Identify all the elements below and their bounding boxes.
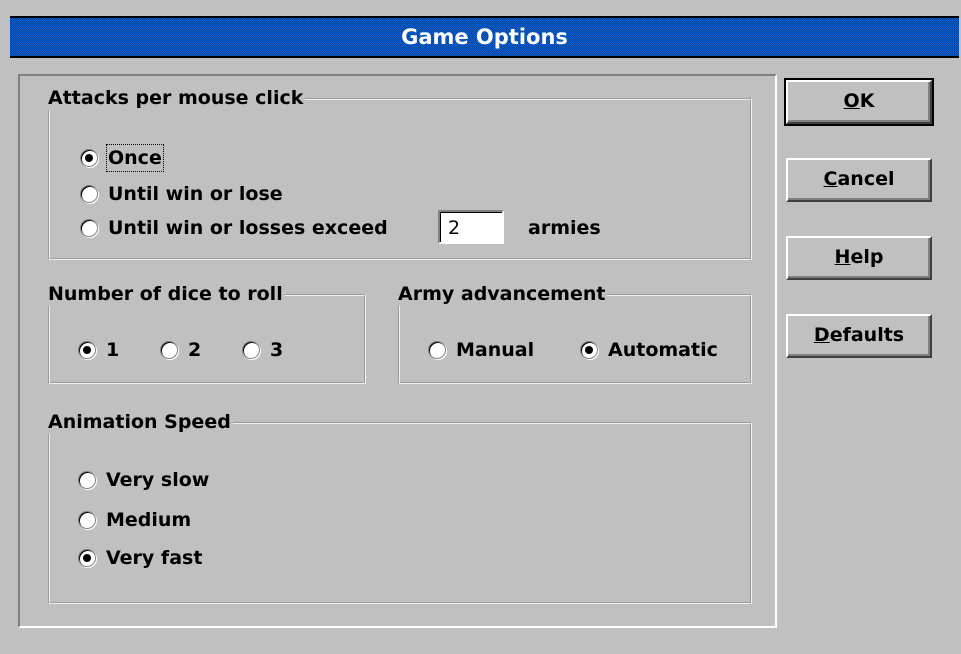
radio-button-checked[interactable] [80, 149, 98, 167]
radio-label: Until win or lose [108, 183, 283, 205]
radio-button[interactable] [80, 219, 98, 237]
radio-label: 1 [106, 339, 120, 361]
radio-label: Once [106, 144, 164, 172]
radio-animation-very-slow[interactable]: Very slow [78, 468, 209, 492]
help-label: elp [850, 246, 884, 268]
group-title-advancement: Army advancement [398, 282, 608, 306]
radio-attack-until-losses-exceed[interactable]: Until win or losses exceed [80, 216, 388, 240]
radio-label: 3 [270, 339, 284, 361]
radio-label: Very fast [106, 547, 203, 569]
radio-button[interactable] [78, 471, 96, 489]
radio-button[interactable] [160, 341, 178, 359]
defaults-label: efaults [829, 324, 905, 346]
radio-attack-once[interactable]: Once [80, 144, 164, 172]
radio-animation-medium[interactable]: Medium [78, 508, 191, 532]
cancel-mnemonic: C [823, 168, 838, 190]
defaults-button[interactable]: Defaults [786, 314, 932, 358]
group-dice-count: Number of dice to roll 1 2 3 [48, 282, 366, 384]
help-mnemonic: H [834, 246, 851, 268]
group-army-advancement: Army advancement Manual Automatic [398, 282, 752, 384]
radio-label: Manual [456, 339, 535, 361]
armies-input[interactable]: 2 [438, 210, 504, 244]
dialog-title: Game Options [401, 25, 568, 49]
cancel-button[interactable]: Cancel [786, 158, 932, 202]
radio-label: Medium [106, 509, 192, 531]
radio-label: Automatic [608, 339, 718, 361]
group-attacks-per-click: Attacks per mouse click Once Until win o… [48, 86, 752, 260]
help-button[interactable]: Help [786, 236, 932, 280]
radio-dice-3[interactable]: 3 [242, 338, 283, 362]
radio-dice-1[interactable]: 1 [78, 338, 119, 362]
group-title-animation: Animation Speed [48, 410, 233, 434]
radio-label: Until win or losses exceed [108, 217, 388, 239]
radio-button-checked[interactable] [580, 341, 598, 359]
radio-button-checked[interactable] [78, 341, 96, 359]
options-panel: Attacks per mouse click Once Until win o… [18, 74, 777, 628]
ok-mnemonic: O [843, 90, 860, 112]
cancel-label: ancel [837, 168, 895, 190]
group-animation-speed: Animation Speed Very slow Medium Very fa… [48, 410, 752, 604]
radio-label: 2 [188, 339, 202, 361]
radio-button[interactable] [78, 511, 96, 529]
radio-dice-2[interactable]: 2 [160, 338, 201, 362]
radio-advancement-automatic[interactable]: Automatic [580, 338, 718, 362]
armies-label: armies [528, 217, 601, 239]
group-title-dice: Number of dice to roll [48, 282, 285, 306]
radio-button[interactable] [242, 341, 260, 359]
ok-button[interactable]: OK [784, 78, 934, 126]
dialog-client-area: Attacks per mouse click Once Until win o… [10, 58, 959, 654]
radio-attack-until-win-or-lose[interactable]: Until win or lose [80, 182, 283, 206]
radio-animation-very-fast[interactable]: Very fast [78, 546, 202, 570]
ok-label: K [859, 90, 875, 112]
defaults-mnemonic: D [813, 324, 830, 346]
radio-label: Very slow [106, 469, 210, 491]
radio-advancement-manual[interactable]: Manual [428, 338, 534, 362]
radio-button[interactable] [80, 185, 98, 203]
group-title-attacks: Attacks per mouse click [48, 86, 306, 110]
radio-button-checked[interactable] [78, 549, 96, 567]
dialog-title-bar[interactable]: Game Options [10, 16, 959, 58]
radio-button[interactable] [428, 341, 446, 359]
